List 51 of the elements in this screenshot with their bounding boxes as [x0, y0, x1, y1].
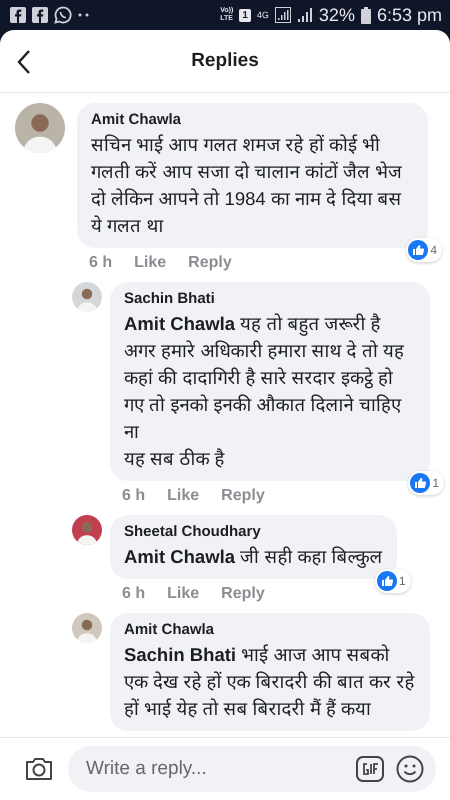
gif-button[interactable]: [356, 756, 384, 782]
reaction-count: 1: [432, 476, 439, 490]
facebook-icon: [32, 7, 48, 23]
like-icon: [408, 240, 428, 260]
comment-author[interactable]: Amit Chawla: [124, 621, 416, 638]
page-title: Replies: [191, 50, 259, 72]
avatar[interactable]: [15, 103, 65, 153]
camera-button[interactable]: [24, 756, 54, 782]
signal-icon: [296, 8, 313, 22]
reaction-count: 1: [398, 574, 406, 588]
like-button[interactable]: Like: [167, 487, 200, 505]
avatar[interactable]: [72, 515, 102, 545]
camera-icon: [24, 756, 54, 782]
comment-time: 6 h: [122, 585, 146, 603]
smiley-icon: [396, 755, 424, 783]
network-type: 4G: [256, 10, 269, 20]
reply-button[interactable]: Reply: [188, 254, 232, 272]
reply-field[interactable]: Write a reply...: [68, 746, 436, 792]
gif-icon: [356, 756, 384, 782]
comment-text: Amit Chawla यह तो बहुत जरूरी है अगर हमारे अधिकारी हमारा साथ दे तो यह कहां की दादागिरी है सारे सरदार इकट्ठे हो गए तो इनको इनकी औकात दिलाने चाहिए ना यह सब ठीक है: [124, 312, 406, 471]
chat-bubble-icon: [54, 6, 72, 24]
battery-icon: [360, 6, 371, 24]
like-icon: [376, 571, 397, 591]
like-icon: [410, 473, 430, 493]
sim-indicator: 1: [239, 8, 251, 22]
avatar[interactable]: [72, 282, 102, 312]
like-button[interactable]: Like: [134, 254, 166, 272]
comment-author[interactable]: Sheetal Choudhary: [124, 523, 383, 540]
comment-time: 6 h: [89, 254, 112, 272]
reply-field[interactable]: Write a reply...: [84, 757, 344, 781]
comment-time: 6 h: [122, 487, 146, 505]
reaction-count: 4: [430, 243, 437, 257]
comment-text: सचिन भाई आप गलत शमज रहे हों कोई भी गलती करें आप सजा दो चालान कांटों जैल भेज दो लेकिन आपने तो 1984 का नाम दे दिया बस ये गलत था: [91, 133, 404, 238]
facebook-icon: [10, 7, 26, 23]
avatar[interactable]: [72, 613, 102, 643]
reply-button[interactable]: Reply: [221, 487, 265, 505]
signal-icon: [274, 7, 291, 23]
comment-author[interactable]: Amit Chawla: [91, 111, 414, 128]
battery-percent: 32%: [318, 6, 355, 24]
clock: 6:53 pm: [376, 6, 442, 24]
more-dots-icon: [78, 13, 90, 17]
comment-text: Sachin Bhati भाई आज आप सबको एक देख रहे हों एक बिरादरी की बात कर रहे हों भाई येह तो सब बिरादरी मैं हैं कया: [124, 643, 416, 721]
reaction-badge[interactable]: 4: [406, 238, 442, 262]
like-button[interactable]: Like: [167, 585, 200, 603]
comment-author[interactable]: Sachin Bhati: [124, 290, 416, 307]
reply-button[interactable]: Reply: [221, 585, 265, 603]
emoji-button[interactable]: [396, 755, 424, 783]
reaction-badge[interactable]: 1: [374, 569, 411, 593]
comment-text: Amit Chawla जी सही कहा बिल्कुल: [124, 545, 383, 570]
back-icon: [16, 49, 32, 75]
reaction-badge[interactable]: 1: [408, 471, 444, 495]
